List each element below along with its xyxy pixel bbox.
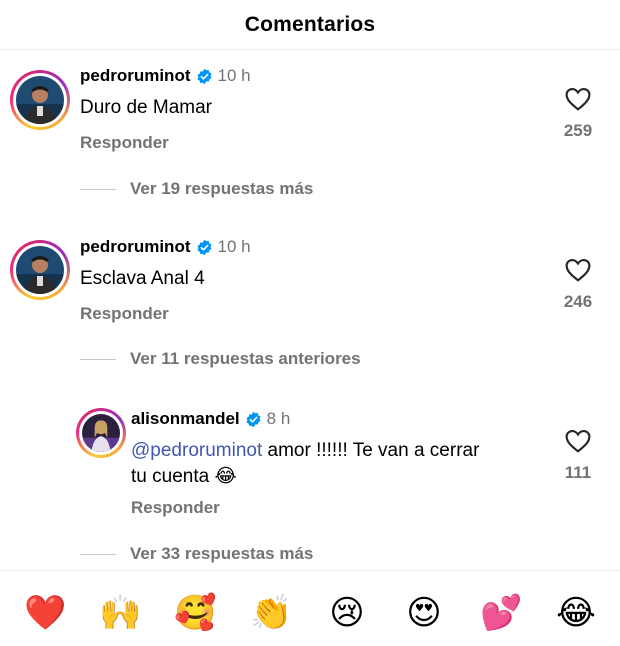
comment-text: Duro de Mamar xyxy=(80,97,212,118)
reaction-clap-button[interactable]: 👏 xyxy=(250,593,292,633)
quick-reaction-bar: ❤️ 🙌 🥰 👏 😢 😍 💕 😂 xyxy=(0,570,620,646)
heart-outline-icon[interactable] xyxy=(565,429,591,453)
comment-time: 10 h xyxy=(217,66,251,85)
reply-button[interactable]: Responder xyxy=(80,304,169,324)
view-replies-label: Ver 11 respuestas anteriores xyxy=(130,349,361,368)
like-control: 246 xyxy=(553,258,603,312)
page-title: Comentarios xyxy=(244,12,376,36)
verified-badge-icon xyxy=(246,411,261,427)
verified-badge-icon xyxy=(196,239,212,255)
comment-username[interactable]: alisonmandel xyxy=(131,409,240,429)
like-count: 246 xyxy=(563,292,593,311)
comment-username[interactable]: pedroruminot xyxy=(80,66,191,86)
avatar-image xyxy=(16,246,64,294)
avatar-image xyxy=(82,414,120,452)
like-count: 259 xyxy=(563,121,593,140)
view-replies-label: Ver 19 respuestas más xyxy=(130,179,314,198)
verified-badge-icon xyxy=(196,68,212,84)
reply-button[interactable]: Responder xyxy=(131,498,220,518)
heart-outline-icon[interactable] xyxy=(565,87,591,111)
comment-username[interactable]: pedroruminot xyxy=(80,237,191,257)
comment-text: @pedroruminot amor !!!!!! Te van a cerra… xyxy=(131,438,541,490)
comment-time: 10 h xyxy=(217,237,251,256)
avatar[interactable] xyxy=(10,70,70,130)
thread-divider xyxy=(80,188,116,190)
reaction-two-hearts-button[interactable]: 💕 xyxy=(480,593,522,633)
avatar[interactable] xyxy=(10,240,70,300)
comment-text-line2: tu cuenta 😂 xyxy=(131,466,237,487)
reaction-raised-hands-button[interactable]: 🙌 xyxy=(99,593,141,633)
reaction-heart-button[interactable]: ❤️ xyxy=(24,593,66,633)
thread-divider xyxy=(80,358,116,360)
view-replies-link[interactable]: Ver 33 respuestas más xyxy=(80,544,313,564)
reaction-crying-button[interactable]: 😢 xyxy=(327,593,367,633)
comment-text-line1: amor !!!!!! Te van a cerrar xyxy=(262,440,480,461)
reply-button[interactable]: Responder xyxy=(80,133,169,153)
comments-header: Comentarios xyxy=(0,0,620,50)
reaction-heart-eyes-button[interactable]: 😍 xyxy=(404,593,444,633)
comment-time: 8 h xyxy=(266,409,291,428)
like-count: 111 xyxy=(564,463,592,482)
reaction-smiling-hearts-button[interactable]: 🥰 xyxy=(174,593,216,633)
like-control: 259 xyxy=(553,87,603,141)
comment-text: Esclava Anal 4 xyxy=(80,268,205,289)
reaction-laughing-button[interactable]: 😂 xyxy=(556,593,596,633)
view-replies-link[interactable]: Ver 19 respuestas más xyxy=(80,179,313,199)
view-replies-label: Ver 33 respuestas más xyxy=(130,544,314,563)
view-replies-link[interactable]: Ver 11 respuestas anteriores xyxy=(80,349,361,369)
avatar[interactable] xyxy=(76,408,126,458)
heart-outline-icon[interactable] xyxy=(565,258,591,282)
avatar-image xyxy=(16,76,64,124)
like-control: 111 xyxy=(553,429,603,483)
mention-link[interactable]: @pedroruminot xyxy=(131,440,262,461)
thread-divider xyxy=(80,553,116,555)
